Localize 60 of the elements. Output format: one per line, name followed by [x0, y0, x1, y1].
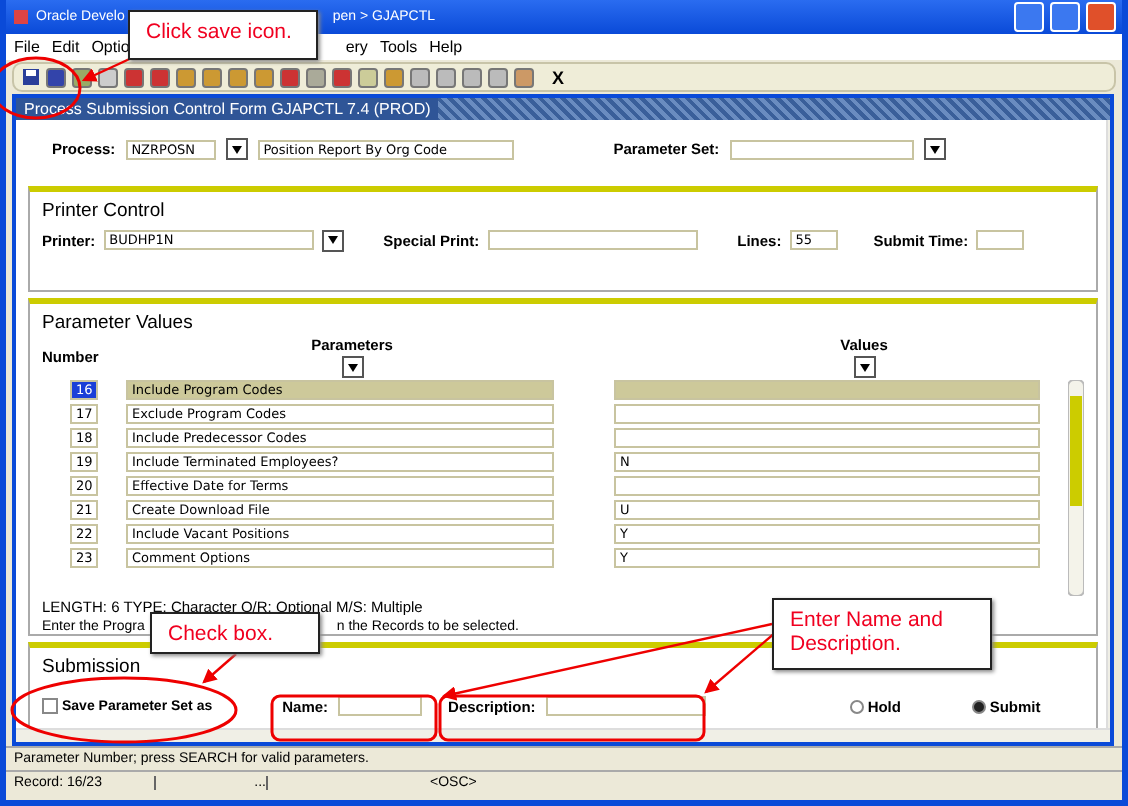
dropdown-caret-icon	[327, 236, 338, 245]
input-field[interactable]	[729, 139, 914, 160]
dropdown-button[interactable]	[853, 356, 875, 379]
toolbar-square-icon[interactable]	[384, 67, 404, 87]
radio-button[interactable]	[849, 699, 864, 714]
value-field[interactable]	[614, 404, 1040, 425]
section-heading: Parameter Values	[42, 312, 193, 335]
callout: Click save icon.	[128, 10, 318, 60]
dropdown-button[interactable]	[225, 138, 248, 161]
toolbar-square-icon[interactable]	[228, 67, 248, 87]
dropdown-caret-icon	[929, 145, 940, 154]
toolbar-square-icon[interactable]	[462, 67, 482, 87]
toolbar-square-icon[interactable]	[332, 67, 352, 87]
value-field[interactable]	[614, 380, 1040, 401]
menu-item[interactable]: File	[14, 38, 40, 56]
radio-button[interactable]	[971, 699, 986, 714]
menu-item[interactable]: Help	[429, 38, 463, 56]
app-icon	[12, 8, 30, 26]
toolbar-square-icon[interactable]	[514, 67, 534, 87]
minimize-button[interactable]	[1014, 2, 1044, 32]
toolbar-square-icon[interactable]	[150, 67, 170, 87]
section-heading: Printer Control	[42, 199, 165, 222]
input-field[interactable]	[487, 230, 698, 251]
dropdown-button[interactable]	[923, 138, 946, 161]
checkbox[interactable]	[42, 698, 58, 715]
dropdown-caret-icon	[347, 363, 357, 372]
horizontal-scrollbar[interactable]	[16, 728, 1110, 742]
toolbar-square-icon[interactable]	[46, 67, 66, 87]
toolbar-square-icon[interactable]	[202, 67, 222, 87]
toolbar-square-icon[interactable]	[488, 67, 508, 87]
callout-arrow	[202, 653, 237, 684]
callout: Check box.	[150, 612, 320, 654]
toolbar-square-icon[interactable]	[436, 67, 456, 87]
toolbar-square-icon[interactable]	[176, 67, 196, 87]
close-button[interactable]	[1086, 2, 1116, 32]
input-field[interactable]	[338, 696, 423, 717]
vertical-scrollbar[interactable]	[1067, 380, 1084, 597]
dropdown-button[interactable]	[341, 356, 363, 379]
menu-item[interactable]: Tools	[379, 38, 418, 56]
toolbar-square-icon[interactable]	[124, 67, 144, 87]
value-field[interactable]	[614, 476, 1040, 497]
vertical-scrollbar[interactable]	[1105, 120, 1110, 728]
dropdown-button[interactable]	[321, 229, 344, 252]
menu-item[interactable]: ery	[345, 38, 368, 56]
toolbar-square-icon[interactable]	[358, 67, 378, 87]
menu-item[interactable]: Optio	[91, 38, 130, 56]
toolbar-square-icon[interactable]	[306, 67, 326, 87]
dropdown-caret-icon	[859, 363, 869, 372]
input-field[interactable]	[976, 230, 1025, 251]
exit-button[interactable]: X	[552, 67, 565, 87]
callout: Enter Name and Description.	[772, 598, 992, 670]
section-heading: Submission	[42, 656, 141, 679]
value-field[interactable]	[614, 428, 1040, 449]
dropdown-caret-icon	[231, 145, 242, 154]
save-icon[interactable]	[22, 68, 40, 86]
maximize-button[interactable]	[1050, 2, 1080, 32]
toolbar-square-icon[interactable]	[280, 67, 300, 87]
toolbar-square-icon[interactable]	[254, 67, 274, 87]
toolbar-square-icon[interactable]	[410, 67, 430, 87]
menu-item[interactable]: Edit	[51, 38, 80, 56]
